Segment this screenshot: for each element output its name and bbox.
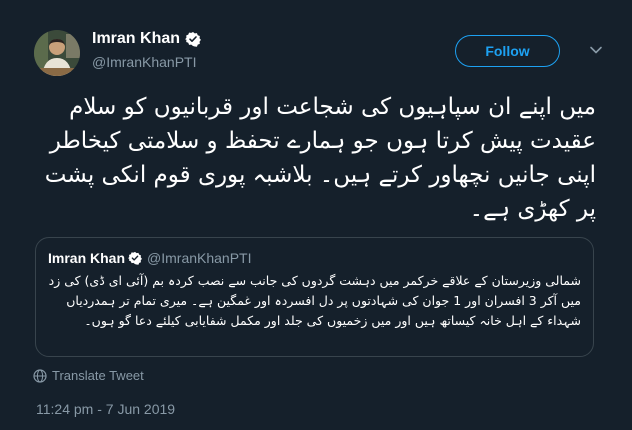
author-name-row[interactable]: Imran Khan: [92, 30, 201, 48]
translate-label[interactable]: Translate Tweet: [52, 368, 144, 383]
quoted-tweet-text: شمالی وزیرستان کے علاقے خرکمر میں دہشت گ…: [48, 273, 581, 328]
quoted-tweet-header: Imran Khan @ImranKhanPTI: [48, 250, 252, 266]
follow-button[interactable]: Follow: [455, 35, 560, 67]
quoted-author-handle: @ImranKhanPTI: [147, 250, 252, 266]
quoted-author-name: Imran Khan: [48, 250, 126, 266]
author-handle[interactable]: @ImranKhanPTI: [92, 54, 196, 70]
quoted-tweet[interactable]: Imran Khan @ImranKhanPTI شمالی وزیرستان …: [35, 237, 594, 357]
tweet-timestamp[interactable]: 11:24 pm - 7 Jun 2019: [36, 401, 175, 417]
globe-icon: [33, 368, 47, 383]
verified-badge-icon: [128, 251, 142, 265]
author-name[interactable]: Imran Khan: [92, 30, 180, 48]
verified-badge-icon: [185, 31, 201, 47]
tweet-card: Imran Khan @ImranKhanPTI Follow میں اپنے…: [0, 0, 632, 430]
translate-tweet-link[interactable]: Translate Tweet: [33, 368, 144, 383]
avatar[interactable]: [34, 30, 80, 76]
tweet-text: میں اپنے ان سپاہیوں کی شجاعت اور قربانیو…: [44, 94, 596, 222]
chevron-down-icon[interactable]: [588, 42, 604, 58]
